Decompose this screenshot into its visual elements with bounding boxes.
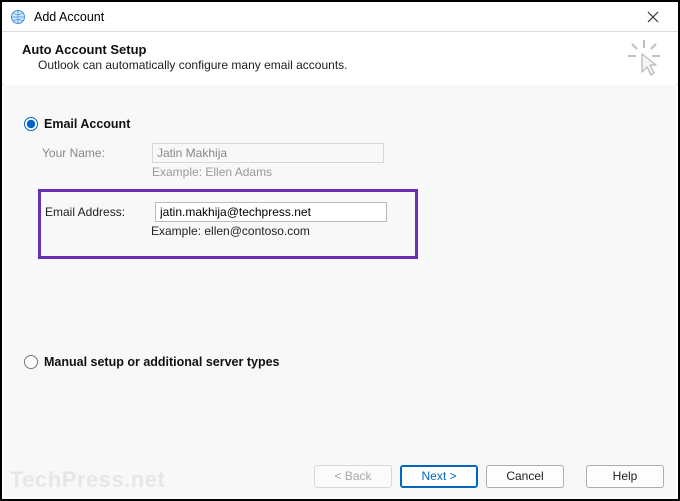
- titlebar: Add Account: [2, 2, 678, 32]
- help-button[interactable]: Help: [586, 465, 664, 488]
- email-input[interactable]: [155, 202, 387, 222]
- radio-email-label: Email Account: [44, 117, 130, 131]
- click-cursor-icon: [624, 38, 664, 81]
- email-row: Email Address:: [41, 200, 405, 222]
- radio-manual-label: Manual setup or additional server types: [44, 355, 279, 369]
- account-type-manual-row[interactable]: Manual setup or additional server types: [24, 355, 656, 369]
- wizard-header: Auto Account Setup Outlook can automatic…: [2, 32, 678, 85]
- wizard-footer: < Back Next > Cancel Help: [4, 455, 676, 497]
- radio-email-account[interactable]: [24, 117, 38, 131]
- back-button: < Back: [314, 465, 392, 488]
- account-type-email-row[interactable]: Email Account: [24, 117, 656, 131]
- email-highlight: Email Address: Example: ellen@contoso.co…: [38, 189, 418, 259]
- email-account-form: Your Name: Example: Ellen Adams Email Ad…: [42, 141, 656, 259]
- dialog-title: Add Account: [34, 10, 104, 24]
- close-icon: [647, 11, 659, 23]
- email-example: Example: ellen@contoso.com: [151, 224, 405, 238]
- wizard-body: Email Account Your Name: Example: Ellen …: [4, 84, 676, 455]
- wizard-subheading: Outlook can automatically configure many…: [38, 58, 658, 72]
- add-account-dialog: Add Account Auto Account Setup Outlook c…: [0, 0, 680, 501]
- email-label: Email Address:: [45, 205, 137, 219]
- cancel-button[interactable]: Cancel: [486, 465, 564, 488]
- your-name-label: Your Name:: [42, 146, 134, 160]
- close-button[interactable]: [632, 2, 674, 32]
- wizard-heading: Auto Account Setup: [22, 42, 658, 57]
- next-button[interactable]: Next >: [400, 465, 478, 488]
- radio-manual-setup[interactable]: [24, 355, 38, 369]
- your-name-row: Your Name:: [42, 141, 656, 163]
- your-name-example: Example: Ellen Adams: [152, 165, 656, 179]
- your-name-input: [152, 143, 384, 163]
- globe-icon: [10, 9, 26, 25]
